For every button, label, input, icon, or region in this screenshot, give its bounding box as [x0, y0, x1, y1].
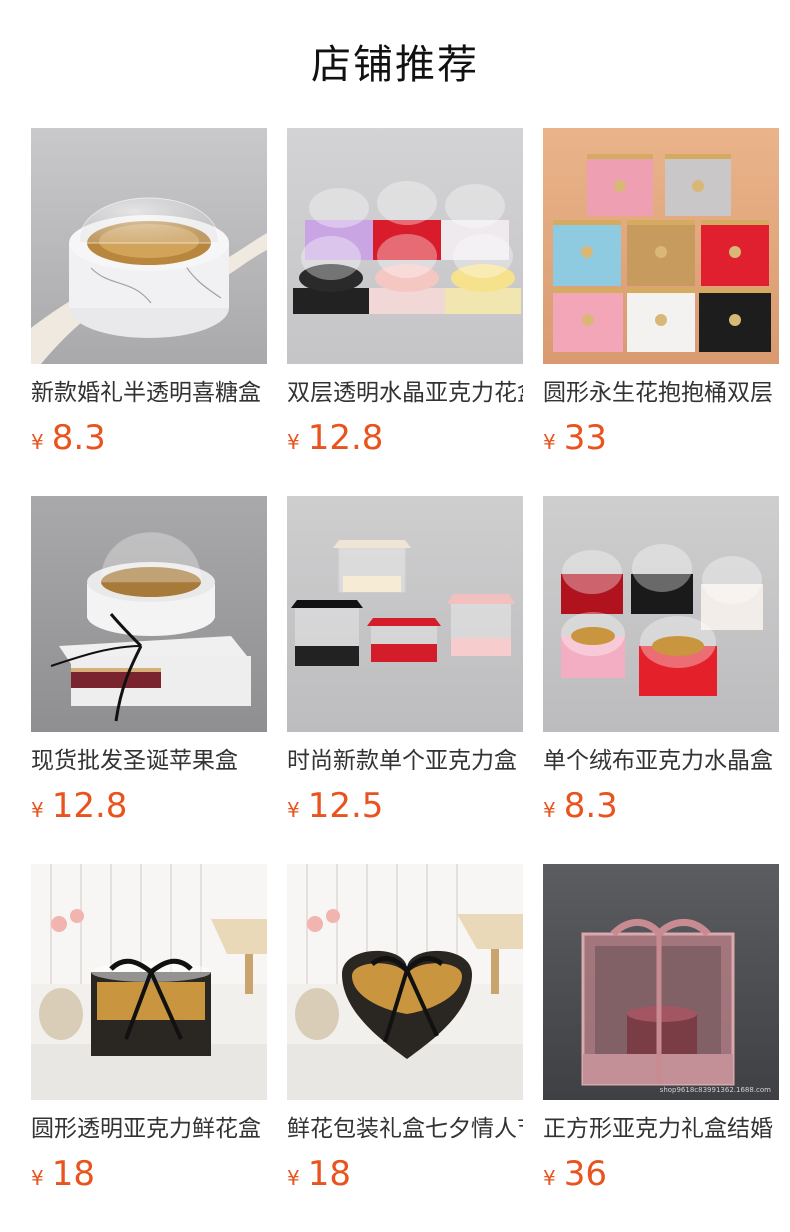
product-name[interactable]: 正方形亚克力礼盒结婚: [543, 1114, 779, 1144]
product-name[interactable]: 时尚新款单个亚克力盒: [287, 746, 523, 776]
price-value: 12.8: [51, 786, 128, 826]
product-image-double-layer-dome-boxes[interactable]: [287, 128, 523, 364]
product-price: ¥12.8: [287, 418, 523, 458]
product-image-round-black-ribbon-box[interactable]: [31, 864, 267, 1100]
product-price: ¥36: [543, 1154, 779, 1194]
price-value: 12.8: [307, 418, 384, 458]
product-image-heart-black-ribbon-box[interactable]: [287, 864, 523, 1100]
currency-symbol: ¥: [31, 798, 44, 822]
recommendation-page: 店铺推荐 新款婚礼半透明喜糖盒 ¥ 8.3 双层透明水晶亚克力花盒 ¥ 12.8…: [0, 0, 790, 1232]
image-watermark: shop9618c83991362.1688.com: [659, 1086, 771, 1094]
product-price: ¥18: [287, 1154, 523, 1194]
product-price: ¥8.3: [31, 418, 267, 458]
product-image-velvet-dome-boxes[interactable]: [543, 496, 779, 732]
price-value: 18: [307, 1154, 351, 1194]
product-name[interactable]: 鲜花包装礼盒七夕情人节: [287, 1114, 523, 1144]
product-name[interactable]: 双层透明水晶亚克力花盒: [287, 378, 523, 408]
product-grid: 新款婚礼半透明喜糖盒 ¥8.3 双层透明水晶亚克力花盒 ¥ 12.8 圆形永生花…: [31, 128, 779, 1232]
product-price: ¥18: [31, 1154, 267, 1194]
product-price: ¥12.8: [31, 786, 267, 826]
product-name[interactable]: 现货批发圣诞苹果盒: [31, 746, 267, 776]
product-name[interactable]: 单个绒布亚克力水晶盒: [543, 746, 779, 776]
product-card[interactable]: 双层透明水晶亚克力花盒 ¥12.8: [287, 128, 523, 496]
currency-symbol: ¥: [543, 798, 556, 822]
page-title: 店铺推荐: [311, 42, 479, 88]
price-value: 18: [51, 1154, 95, 1194]
currency-symbol: ¥: [543, 430, 556, 454]
product-price: ¥33: [543, 418, 779, 458]
product-image-pink-square-acrylic-box[interactable]: shop9618c83991362.1688.com: [543, 864, 779, 1100]
product-name[interactable]: 新款婚礼半透明喜糖盒: [31, 378, 267, 408]
currency-symbol: ¥: [31, 1166, 44, 1190]
price-value: 8.3: [51, 418, 106, 458]
product-card[interactable]: 鲜花包装礼盒七夕情人节 ¥18: [287, 864, 523, 1232]
currency-symbol: ¥: [287, 798, 300, 822]
product-price: ¥8.3: [543, 786, 779, 826]
currency-symbol: ¥: [287, 1166, 300, 1190]
product-card[interactable]: 现货批发圣诞苹果盒 ¥12.8: [31, 496, 267, 864]
product-card[interactable]: 圆形透明亚克力鲜花盒 ¥18: [31, 864, 267, 1232]
product-name[interactable]: 圆形透明亚克力鲜花盒: [31, 1114, 267, 1144]
currency-symbol: ¥: [287, 430, 300, 454]
price-value: 8.3: [563, 786, 618, 826]
product-image-square-acrylic-boxes[interactable]: [287, 496, 523, 732]
product-card[interactable]: 单个绒布亚克力水晶盒 ¥8.3: [543, 496, 779, 864]
product-card[interactable]: shop9618c83991362.1688.com 正方形亚克力礼盒结婚 ¥3…: [543, 864, 779, 1232]
product-image-white-marble-dome-box[interactable]: [31, 128, 267, 364]
product-price: ¥12.5: [287, 786, 523, 826]
product-card[interactable]: 时尚新款单个亚克力盒 ¥12.5: [287, 496, 523, 864]
price-value: 12.5: [307, 786, 384, 826]
product-card[interactable]: 新款婚礼半透明喜糖盒 ¥8.3: [31, 128, 267, 496]
currency-symbol: ¥: [543, 1166, 556, 1190]
currency-symbol: ¥: [31, 430, 44, 454]
product-image-marble-dome-drawer-box[interactable]: [31, 496, 267, 732]
product-card[interactable]: 圆形永生花抱抱桶双层 ¥33: [543, 128, 779, 496]
price-value: 33: [563, 418, 607, 458]
price-value: 36: [563, 1154, 607, 1194]
product-image-round-flower-buckets[interactable]: [543, 128, 779, 364]
product-name[interactable]: 圆形永生花抱抱桶双层: [543, 378, 779, 408]
